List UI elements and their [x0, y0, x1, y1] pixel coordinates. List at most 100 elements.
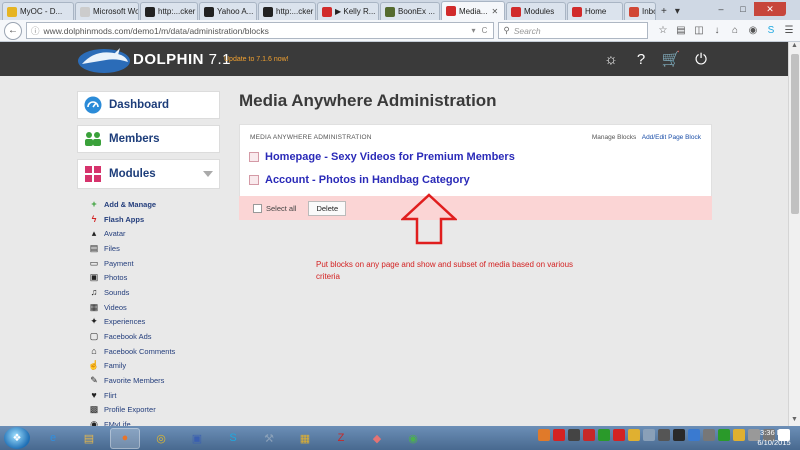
- dolphin-logo-icon[interactable]: [76, 44, 132, 74]
- sidebar-module-item[interactable]: ✎ Favorite Members: [89, 373, 229, 388]
- browser-tab[interactable]: Yahoo A...: [199, 2, 257, 20]
- scroll-down-icon[interactable]: ▼: [789, 416, 800, 426]
- tray-icon[interactable]: [688, 429, 700, 441]
- block-link[interactable]: Homepage - Sexy Videos for Premium Membe…: [265, 151, 515, 163]
- sidebar-item-modules[interactable]: Modules: [77, 159, 220, 189]
- tray-icon[interactable]: [583, 429, 595, 441]
- taskbar-app-explorer-icon[interactable]: ▤: [74, 428, 104, 449]
- help-icon[interactable]: ?: [630, 48, 652, 70]
- tray-icon[interactable]: [613, 429, 625, 441]
- taskbar-app-filezilla-icon[interactable]: Z: [326, 428, 356, 449]
- cart-icon[interactable]: 🛒: [660, 48, 682, 70]
- skype-ext-icon[interactable]: S: [764, 24, 778, 38]
- close-tab-icon[interactable]: ✕: [491, 7, 498, 16]
- sidebar-module-item[interactable]: ♥ Flirt: [89, 388, 229, 403]
- sidebar-module-item[interactable]: ⌂ Facebook Comments: [89, 344, 229, 359]
- minimize-icon[interactable]: –: [710, 2, 732, 16]
- tab-list-menu-button[interactable]: ▾: [671, 2, 684, 20]
- module-label: Flirt: [104, 390, 117, 400]
- reading-list-icon[interactable]: ▤: [674, 24, 688, 38]
- reload-icon[interactable]: ▾ C: [471, 26, 489, 35]
- sidebar-module-item[interactable]: ▩ Profile Exporter: [89, 403, 229, 418]
- extension-icon[interactable]: ◉: [746, 24, 760, 38]
- sidebar-module-item[interactable]: ✦ Experiences: [89, 315, 229, 330]
- taskbar-app-chrome-icon[interactable]: ◎: [146, 428, 176, 449]
- taskbar-app-firefox-icon[interactable]: ●: [110, 427, 140, 449]
- scrollbar-thumb[interactable]: [791, 54, 799, 214]
- site-info-icon[interactable]: ⓘ: [31, 25, 40, 37]
- block-checkbox[interactable]: [249, 152, 259, 162]
- tray-icon[interactable]: [703, 429, 715, 441]
- block-checkbox[interactable]: [249, 175, 259, 185]
- url-bar[interactable]: ⓘ www.dolphinmods.com/demo1/m/data/admin…: [25, 22, 495, 39]
- delete-button[interactable]: Delete: [308, 200, 347, 216]
- start-button[interactable]: ❖: [4, 427, 30, 449]
- sidebar-module-item[interactable]: ▢ Facebook Ads: [89, 329, 229, 344]
- download-icon[interactable]: ↓: [710, 24, 724, 38]
- sidebar-module-item[interactable]: ▴ Avatar: [89, 226, 229, 241]
- taskbar-app-folder-icon[interactable]: ▦: [290, 428, 320, 449]
- pocket-icon[interactable]: ◫: [692, 24, 706, 38]
- sidebar-item-members[interactable]: Members: [77, 125, 220, 153]
- sidebar-module-item[interactable]: ▤ Files: [89, 241, 229, 256]
- manage-blocks-link[interactable]: Manage Blocks: [592, 134, 636, 141]
- taskbar-app-skype-icon[interactable]: S: [218, 428, 248, 449]
- clock[interactable]: 3:36 PM 6/10/2015: [750, 428, 798, 448]
- browser-tab[interactable]: http:...cker: [258, 2, 316, 20]
- taskbar-app-eraser-icon[interactable]: ◆: [362, 428, 392, 449]
- browser-tab[interactable]: Media... ✕: [441, 1, 505, 20]
- module-label: Sounds: [104, 287, 130, 297]
- taskbar-app-ie-icon[interactable]: e: [38, 428, 68, 449]
- power-icon[interactable]: ⏻: [690, 48, 712, 70]
- browser-tab[interactable]: Home: [567, 2, 623, 20]
- globe-icon[interactable]: ☼: [600, 48, 622, 70]
- chevron-down-icon[interactable]: [203, 171, 213, 177]
- module-label: Photos: [104, 273, 128, 283]
- close-window-icon[interactable]: ✕: [754, 2, 786, 16]
- tray-icon[interactable]: [643, 429, 655, 441]
- restore-icon[interactable]: □: [732, 2, 754, 16]
- sidebar-item-dashboard[interactable]: Dashboard: [77, 91, 220, 119]
- update-link[interactable]: Update to 7.1.6 now!: [224, 56, 289, 63]
- sidebar-module-item[interactable]: + Add & Manage: [89, 197, 229, 212]
- browser-toolbar-icons: ☆ ▤ ◫ ↓ ⌂ ◉ S ☰: [656, 24, 796, 38]
- back-arrow-icon[interactable]: ←: [4, 21, 22, 40]
- select-all-label[interactable]: Select all: [266, 204, 296, 213]
- tray-icon[interactable]: [658, 429, 670, 441]
- tray-icon[interactable]: [553, 429, 565, 441]
- sidebar-module-item[interactable]: ▦ Videos: [89, 300, 229, 315]
- tab-favicon-icon: [446, 6, 456, 16]
- menu-icon[interactable]: ☰: [782, 24, 796, 38]
- page-scrollbar[interactable]: ▲ ▼: [788, 42, 800, 426]
- block-link[interactable]: Account - Photos in Handbag Category: [265, 174, 470, 186]
- browser-tab[interactable]: Inbo: [624, 2, 656, 20]
- browser-tab[interactable]: http:...cker: [140, 2, 198, 20]
- sidebar-module-item[interactable]: ☝ Family: [88, 359, 229, 374]
- tray-icon[interactable]: [628, 429, 640, 441]
- sidebar-module-item[interactable]: ♫ Sounds: [89, 285, 229, 300]
- tray-icon[interactable]: [568, 429, 580, 441]
- browser-tab[interactable]: ▶ Kelly R...: [317, 2, 379, 20]
- taskbar-app-frog-icon[interactable]: ◉: [398, 428, 428, 449]
- sidebar-module-item[interactable]: ▭ Payment: [89, 256, 229, 271]
- browser-tab[interactable]: Modules: [506, 2, 566, 20]
- bookmark-star-icon[interactable]: ☆: [656, 24, 670, 38]
- tray-icon[interactable]: [718, 429, 730, 441]
- search-input[interactable]: ⚲ Search: [498, 22, 648, 39]
- scroll-up-icon[interactable]: ▲: [789, 42, 800, 52]
- browser-tab[interactable]: MyOC - D...: [2, 2, 74, 20]
- add-edit-page-block-link[interactable]: Add/Edit Page Block: [642, 134, 701, 141]
- tray-icon[interactable]: [673, 429, 685, 441]
- select-all-checkbox[interactable]: [253, 203, 262, 213]
- taskbar-app-network-icon[interactable]: ▣: [182, 428, 212, 449]
- home-icon[interactable]: ⌂: [728, 24, 742, 38]
- tray-icon[interactable]: [733, 429, 745, 441]
- browser-tab[interactable]: BoonEx ...: [380, 2, 440, 20]
- tray-icon[interactable]: [538, 429, 550, 441]
- sidebar-module-item[interactable]: ϟ Flash Apps: [89, 212, 229, 227]
- sidebar-module-item[interactable]: ▣ Photos: [89, 270, 229, 285]
- taskbar-app-tools-icon[interactable]: ⚒: [254, 428, 284, 449]
- browser-tab[interactable]: Microsoft Wo...: [75, 2, 139, 20]
- tray-icon[interactable]: [598, 429, 610, 441]
- new-tab-button[interactable]: +: [657, 2, 671, 20]
